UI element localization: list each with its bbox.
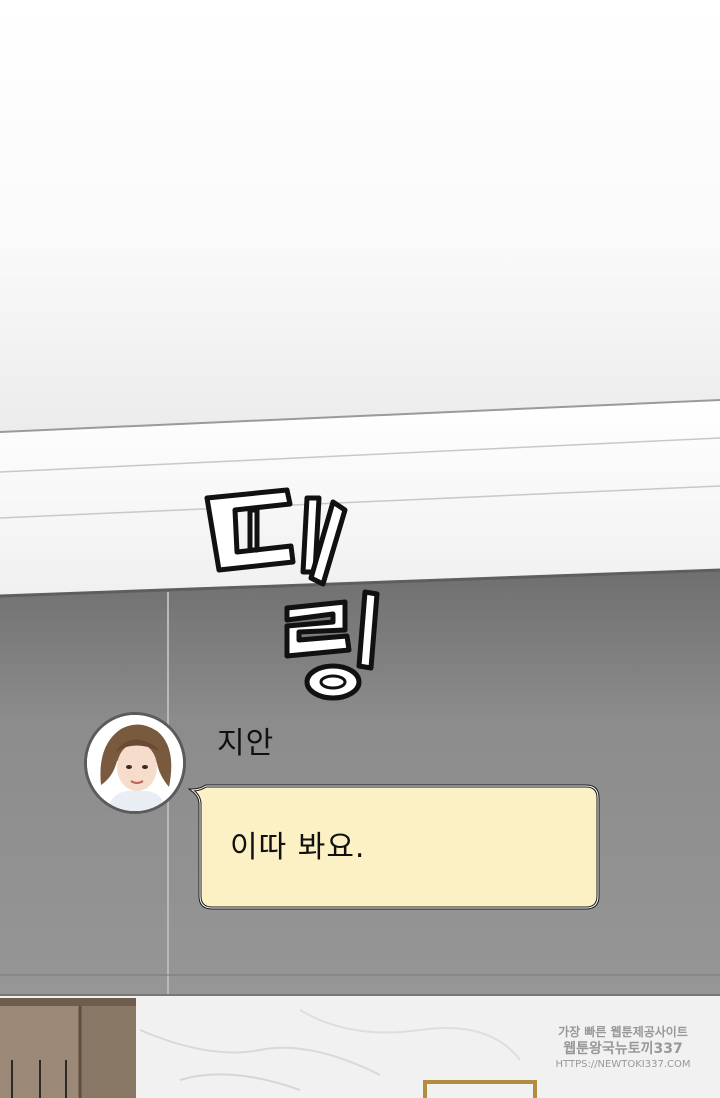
woman-portrait-icon [87, 715, 183, 811]
comic-panel: 지안 이따 봐요. 가장 빠른 웹툰제공사이트 웹툰왕국뉴토끼337 HTTPS… [0, 0, 720, 1098]
watermark: 가장 빠른 웹툰제공사이트 웹툰왕국뉴토끼337 HTTPS://NEWTOKI… [548, 1024, 698, 1072]
message-text: 이따 봐요. [230, 830, 366, 865]
sfx-ttiring [204, 487, 380, 701]
watermark-line-3: HTTPS://NEWTOKI337.COM [555, 1059, 691, 1070]
message-bubble: 이따 봐요. [188, 780, 603, 914]
watermark-line-1: 가장 빠른 웹툰제공사이트 [558, 1025, 688, 1039]
sender-avatar [87, 715, 183, 811]
watermark-line-2: 웹툰왕국뉴토끼337 [563, 1041, 683, 1057]
sender-name: 지안 [217, 726, 275, 761]
